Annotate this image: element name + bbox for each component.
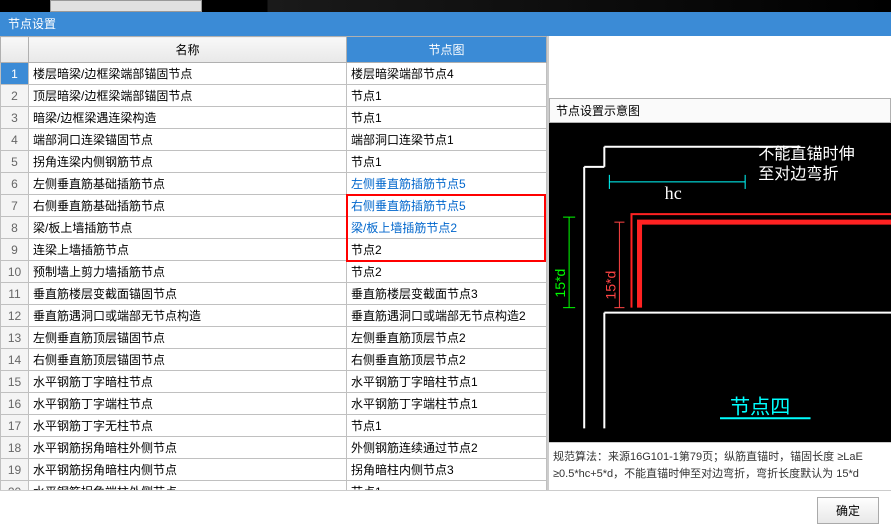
cell-name[interactable]: 水平钢筋拐角暗柱内侧节点: [29, 459, 347, 481]
cell-name[interactable]: 左侧垂直筋顶层锚固节点: [29, 327, 347, 349]
table-row[interactable]: 17水平钢筋丁字无柱节点节点1: [1, 415, 547, 437]
table-row[interactable]: 11垂直筋楼层变截面锚固节点垂直筋楼层变截面节点3: [1, 283, 547, 305]
cell-node[interactable]: 楼层暗梁端部节点4: [347, 63, 547, 85]
row-number: 8: [1, 217, 29, 239]
cell-name[interactable]: 水平钢筋丁字暗柱节点: [29, 371, 347, 393]
cell-name[interactable]: 暗梁/边框梁遇连梁构造: [29, 107, 347, 129]
row-number: 16: [1, 393, 29, 415]
cell-name[interactable]: 垂直筋楼层变截面锚固节点: [29, 283, 347, 305]
cell-name[interactable]: 预制墙上剪力墙插筋节点: [29, 261, 347, 283]
cell-node[interactable]: 梁/板上墙插筋节点2: [347, 217, 547, 239]
table-row[interactable]: 1楼层暗梁/边框梁端部锚固节点楼层暗梁端部节点4: [1, 63, 547, 85]
row-number: 11: [1, 283, 29, 305]
table-row[interactable]: 8梁/板上墙插筋节点梁/板上墙插筋节点2: [1, 217, 547, 239]
table-row[interactable]: 4端部洞口连梁锚固节点端部洞口连梁节点1: [1, 129, 547, 151]
cell-node[interactable]: 右侧垂直筋插筋节点5: [347, 195, 547, 217]
cell-node[interactable]: 外侧钢筋连续通过节点2: [347, 437, 547, 459]
row-number: 7: [1, 195, 29, 217]
dialog-button-bar: 确定: [0, 490, 891, 530]
table-row[interactable]: 14右侧垂直筋顶层锚固节点右侧垂直筋顶层节点2: [1, 349, 547, 371]
cell-node[interactable]: 水平钢筋丁字暗柱节点1: [347, 371, 547, 393]
row-number: 14: [1, 349, 29, 371]
col-header-num: [1, 37, 29, 63]
ok-button[interactable]: 确定: [817, 497, 879, 524]
diagram-description: 规范算法：来源16G101-1第79页；纵筋直锚时，锚固长度 ≥LaE ≥0.5…: [549, 442, 891, 490]
nodes-table-area: 名称 节点图 1楼层暗梁/边框梁端部锚固节点楼层暗梁端部节点42顶层暗梁/边框梁…: [0, 36, 548, 490]
row-number: 3: [1, 107, 29, 129]
row-number: 12: [1, 305, 29, 327]
cell-node[interactable]: 左侧垂直筋插筋节点5: [347, 173, 547, 195]
right-spacer: [549, 36, 891, 98]
row-number: 6: [1, 173, 29, 195]
cell-node[interactable]: 垂直筋遇洞口或端部无节点构造2: [347, 305, 547, 327]
cell-node[interactable]: 节点1: [347, 107, 547, 129]
cell-name[interactable]: 水平钢筋丁字无柱节点: [29, 415, 347, 437]
table-row[interactable]: 5拐角连梁内侧钢筋节点节点1: [1, 151, 547, 173]
cell-node[interactable]: 左侧垂直筋顶层节点2: [347, 327, 547, 349]
table-row[interactable]: 13左侧垂直筋顶层锚固节点左侧垂直筋顶层节点2: [1, 327, 547, 349]
node-diagram: hc 15*d 15*d 不能直锚时伸 至对边弯折: [549, 123, 891, 442]
svg-text:hc: hc: [665, 183, 682, 203]
cell-node[interactable]: 端部洞口连梁节点1: [347, 129, 547, 151]
table-row[interactable]: 10预制墙上剪力墙插筋节点节点2: [1, 261, 547, 283]
cell-node[interactable]: 节点2: [347, 239, 547, 261]
svg-text:15*d: 15*d: [552, 269, 568, 298]
app-top-strip: [0, 0, 891, 12]
cell-node[interactable]: 节点2: [347, 261, 547, 283]
table-row[interactable]: 2顶层暗梁/边框梁端部锚固节点节点1: [1, 85, 547, 107]
table-row[interactable]: 9连梁上墙插筋节点节点2: [1, 239, 547, 261]
row-number: 18: [1, 437, 29, 459]
dialog-title: 节点设置: [0, 12, 891, 36]
table-row[interactable]: 7右侧垂直筋基础插筋节点右侧垂直筋插筋节点5: [1, 195, 547, 217]
table-row[interactable]: 3暗梁/边框梁遇连梁构造节点1: [1, 107, 547, 129]
cell-name[interactable]: 垂直筋遇洞口或端部无节点构造: [29, 305, 347, 327]
svg-text:不能直锚时伸: 不能直锚时伸: [758, 145, 854, 163]
cell-name[interactable]: 拐角连梁内侧钢筋节点: [29, 151, 347, 173]
row-number: 19: [1, 459, 29, 481]
svg-text:15*d: 15*d: [602, 271, 618, 300]
cell-node[interactable]: 节点1: [347, 481, 547, 491]
cell-name[interactable]: 右侧垂直筋顶层锚固节点: [29, 349, 347, 371]
row-number: 15: [1, 371, 29, 393]
row-number: 9: [1, 239, 29, 261]
cell-name[interactable]: 连梁上墙插筋节点: [29, 239, 347, 261]
cell-name[interactable]: 楼层暗梁/边框梁端部锚固节点: [29, 63, 347, 85]
cell-node[interactable]: 节点1: [347, 415, 547, 437]
table-row[interactable]: 19水平钢筋拐角暗柱内侧节点拐角暗柱内侧节点3: [1, 459, 547, 481]
cell-name[interactable]: 水平钢筋拐角端柱外侧节点: [29, 481, 347, 491]
table-row[interactable]: 20水平钢筋拐角端柱外侧节点节点1: [1, 481, 547, 491]
nodes-table: 名称 节点图 1楼层暗梁/边框梁端部锚固节点楼层暗梁端部节点42顶层暗梁/边框梁…: [0, 36, 547, 490]
row-number: 5: [1, 151, 29, 173]
col-header-node[interactable]: 节点图: [347, 37, 547, 63]
cell-node[interactable]: 节点1: [347, 151, 547, 173]
cell-name[interactable]: 梁/板上墙插筋节点: [29, 217, 347, 239]
cell-name[interactable]: 端部洞口连梁锚固节点: [29, 129, 347, 151]
diagram-title: 节点设置示意图: [549, 98, 891, 123]
table-row[interactable]: 15水平钢筋丁字暗柱节点水平钢筋丁字暗柱节点1: [1, 371, 547, 393]
row-number: 4: [1, 129, 29, 151]
cell-node[interactable]: 水平钢筋丁字端柱节点1: [347, 393, 547, 415]
table-row[interactable]: 16水平钢筋丁字端柱节点水平钢筋丁字端柱节点1: [1, 393, 547, 415]
table-row[interactable]: 12垂直筋遇洞口或端部无节点构造垂直筋遇洞口或端部无节点构造2: [1, 305, 547, 327]
cell-node[interactable]: 拐角暗柱内侧节点3: [347, 459, 547, 481]
cell-name[interactable]: 水平钢筋丁字端柱节点: [29, 393, 347, 415]
row-number: 20: [1, 481, 29, 491]
table-row[interactable]: 6左侧垂直筋基础插筋节点左侧垂直筋插筋节点5: [1, 173, 547, 195]
row-number: 10: [1, 261, 29, 283]
svg-text:节点四: 节点四: [730, 395, 790, 418]
cell-name[interactable]: 右侧垂直筋基础插筋节点: [29, 195, 347, 217]
cell-name[interactable]: 左侧垂直筋基础插筋节点: [29, 173, 347, 195]
table-row[interactable]: 18水平钢筋拐角暗柱外侧节点外侧钢筋连续通过节点2: [1, 437, 547, 459]
row-number: 1: [1, 63, 29, 85]
row-number: 17: [1, 415, 29, 437]
cell-node[interactable]: 节点1: [347, 85, 547, 107]
cell-name[interactable]: 顶层暗梁/边框梁端部锚固节点: [29, 85, 347, 107]
cell-node[interactable]: 垂直筋楼层变截面节点3: [347, 283, 547, 305]
cell-name[interactable]: 水平钢筋拐角暗柱外侧节点: [29, 437, 347, 459]
cell-node[interactable]: 右侧垂直筋顶层节点2: [347, 349, 547, 371]
row-number: 2: [1, 85, 29, 107]
col-header-name[interactable]: 名称: [29, 37, 347, 63]
row-number: 13: [1, 327, 29, 349]
svg-text:至对边弯折: 至对边弯折: [758, 165, 838, 183]
